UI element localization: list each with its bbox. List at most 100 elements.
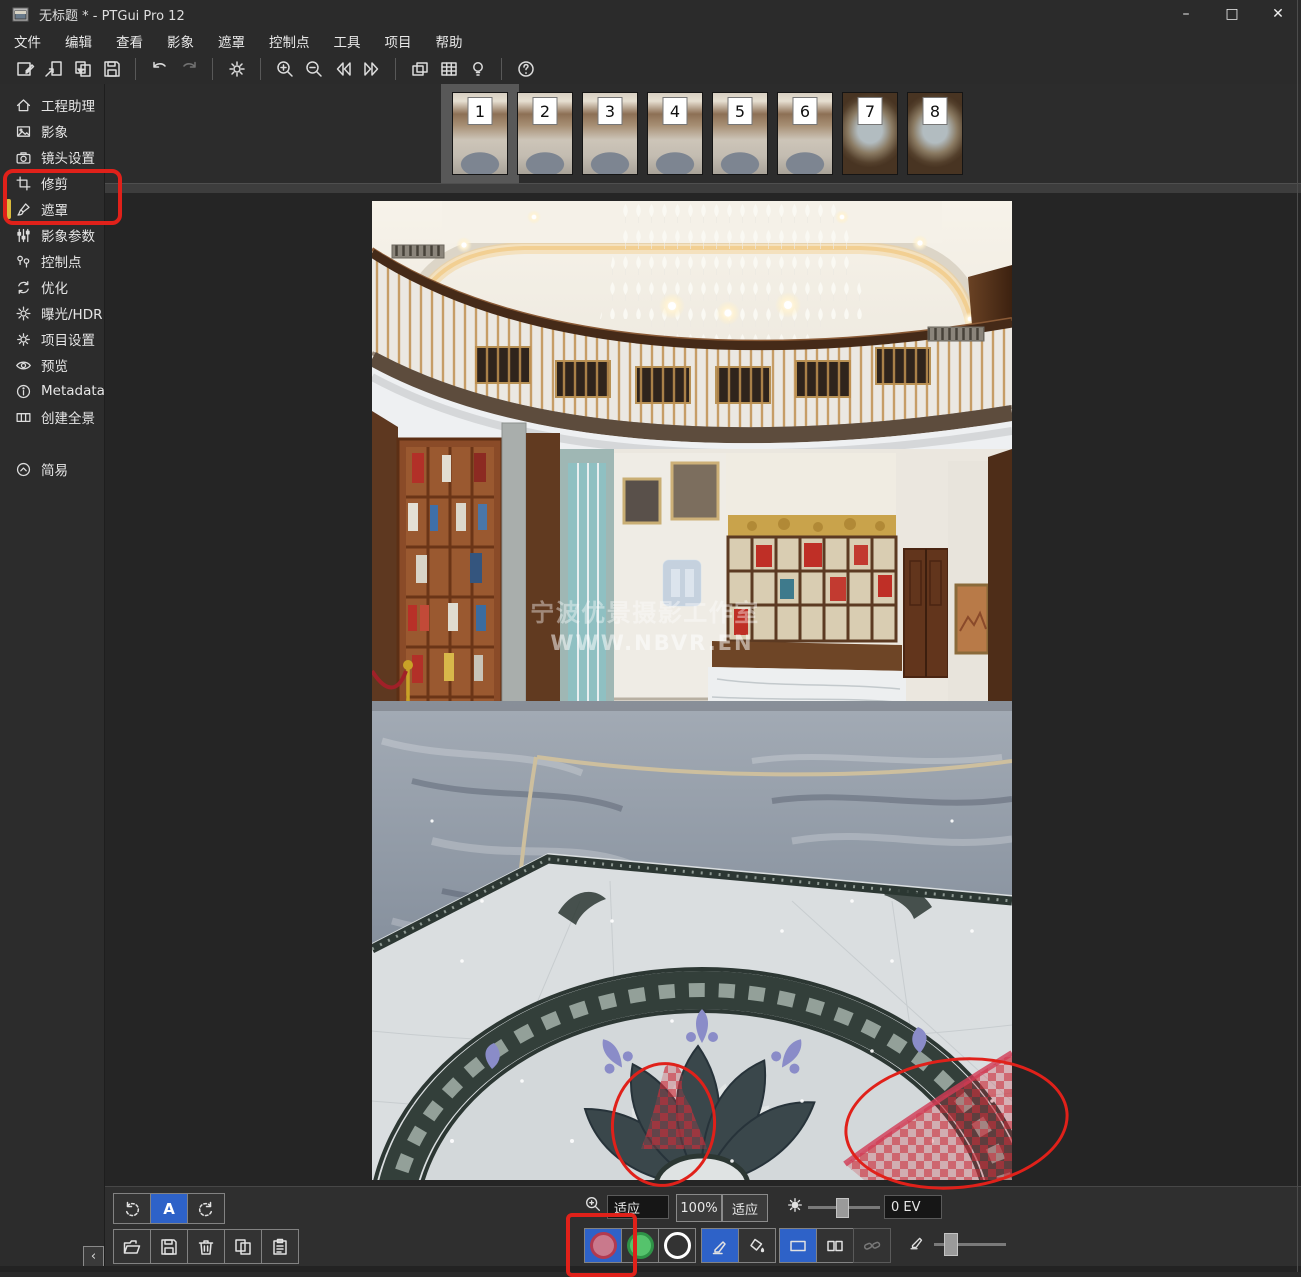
thumbnail-strip: 1 2 3 4 5 6 7 8 [105, 84, 1301, 183]
menu-help[interactable]: 帮助 [424, 28, 475, 53]
menu-project[interactable]: 项目 [373, 28, 424, 53]
load-mask-button[interactable] [113, 1229, 151, 1264]
lobby-photo[interactable]: 宁波优景摄影工作室 WWW.NBVR.EN [372, 201, 1012, 1180]
link-views-button [853, 1228, 891, 1263]
brush-size-slider-handle[interactable] [944, 1233, 958, 1256]
chain-link-icon [862, 1236, 882, 1256]
collapse-sidebar-button[interactable]: ‹ [83, 1246, 104, 1267]
rotate-cw-button[interactable] [187, 1193, 225, 1224]
menu-images[interactable]: 影象 [155, 28, 206, 53]
app-icon [12, 7, 29, 22]
thumbnail-7[interactable]: 7 [842, 92, 898, 175]
zoom-in-icon[interactable] [271, 56, 298, 82]
sidebar-item-image-parameters[interactable]: 影象参数 [0, 222, 104, 248]
rotate-ccw-button[interactable] [113, 1193, 151, 1224]
duplicate-project-icon[interactable] [69, 56, 96, 82]
single-view-button[interactable] [779, 1228, 817, 1263]
sidebar-item-lens-settings[interactable]: 镜头设置 [0, 144, 104, 170]
camera-icon [15, 149, 32, 166]
sidebar-item-preview[interactable]: 预览 [0, 352, 104, 378]
menu-edit[interactable]: 编辑 [53, 28, 104, 53]
sidebar-item-simple-mode[interactable]: 简易 [0, 456, 104, 482]
menu-control-points[interactable]: 控制点 [257, 28, 322, 53]
optimize-arrows-icon [15, 279, 32, 296]
mask-erase-button[interactable] [658, 1228, 696, 1263]
eye-icon [15, 357, 32, 374]
sun-icon [15, 305, 32, 322]
help-icon[interactable] [512, 56, 539, 82]
delete-mask-button[interactable] [187, 1229, 225, 1264]
watermark-url: WWW.NBVR.EN [550, 631, 753, 655]
save-project-icon[interactable] [98, 56, 125, 82]
thumbnail-2[interactable]: 2 [517, 92, 573, 175]
thumbnail-3[interactable]: 3 [582, 92, 638, 175]
menu-file[interactable]: 文件 [0, 28, 53, 53]
close-button[interactable]: ✕ [1255, 0, 1301, 28]
sidebar: 工程助理 影象 镜头设置 修剪 遮罩 影象参数 控制点 优化 曝光/HDR 项目… [0, 84, 105, 1272]
ev-input[interactable] [884, 1195, 942, 1219]
annotation-box-mask-tab [3, 169, 122, 225]
sidebar-item-control-points[interactable]: 控制点 [0, 248, 104, 274]
menu-tools[interactable]: 工具 [322, 28, 373, 53]
brightness-slider-handle[interactable] [836, 1198, 849, 1218]
window-title: 无标题 * - PTGui Pro 12 [39, 5, 185, 24]
sliders-icon [15, 227, 32, 244]
mask-fill-tool-button[interactable] [738, 1228, 776, 1263]
window-right-border [1297, 0, 1298, 1272]
edit-project-icon[interactable] [11, 56, 38, 82]
thumbnail-8[interactable]: 8 [907, 92, 963, 175]
sidebar-item-images[interactable]: 影象 [0, 118, 104, 144]
thumbnail-5[interactable]: 5 [712, 92, 768, 175]
redo-icon [175, 56, 202, 82]
sidebar-item-metadata[interactable]: Metadata [0, 378, 104, 404]
dual-view-button[interactable] [816, 1228, 854, 1263]
sidebar-item-project-assistant[interactable]: 工程助理 [0, 92, 104, 118]
paint-bucket-icon [747, 1236, 767, 1256]
menu-mask[interactable]: 遮罩 [206, 28, 257, 53]
erase-mask-color-icon [664, 1232, 691, 1259]
open-project-icon[interactable] [40, 56, 67, 82]
mask-pen-tool-button[interactable] [701, 1228, 739, 1263]
sidebar-item-create-panorama[interactable]: 创建全景 [0, 404, 104, 430]
detail-grid-icon[interactable] [435, 56, 462, 82]
thumbnail-number: 5 [728, 97, 753, 125]
brightness-sun-icon [786, 1196, 804, 1218]
sidebar-item-exposure-hdr[interactable]: 曝光/HDR [0, 300, 104, 326]
zoom-out-icon[interactable] [300, 56, 327, 82]
info-icon [15, 383, 32, 400]
dual-pane-icon [825, 1236, 845, 1256]
thumbnail-number: 4 [663, 97, 688, 125]
sidebar-item-project-settings[interactable]: 项目设置 [0, 326, 104, 352]
hint-bulb-icon[interactable] [464, 56, 491, 82]
brush-size-pencil-icon [908, 1233, 926, 1255]
menu-bar: 文件 编辑 查看 影象 遮罩 控制点 工具 项目 帮助 [0, 28, 1301, 53]
watermark-studio-name: 宁波优景摄影工作室 [530, 599, 760, 627]
panorama-editor-icon[interactable] [406, 56, 433, 82]
thumbnail-number: 2 [533, 97, 558, 125]
auto-mask-button[interactable]: A [150, 1193, 188, 1224]
undo-icon[interactable] [146, 56, 173, 82]
paste-mask-button[interactable] [261, 1229, 299, 1264]
mask-editor-canvas[interactable]: 宁波优景摄影工作室 WWW.NBVR.EN [105, 193, 1301, 1186]
sidebar-item-optimize[interactable]: 优化 [0, 274, 104, 300]
zoom-100-button[interactable]: 100% [676, 1194, 722, 1222]
previous-image-icon[interactable] [329, 56, 356, 82]
thumbnail-4[interactable]: 4 [647, 92, 703, 175]
thumbnail-number: 6 [793, 97, 818, 125]
main-toolbar [0, 53, 1301, 84]
thumbnail-6[interactable]: 6 [777, 92, 833, 175]
chevron-up-circle-icon [15, 461, 32, 478]
thumbnail-1[interactable]: 1 [452, 92, 508, 175]
maximize-button[interactable]: □ [1209, 0, 1255, 28]
thumbnail-number: 8 [923, 97, 948, 125]
window-bottom-strip [0, 1266, 1301, 1272]
save-mask-button[interactable] [150, 1229, 188, 1264]
copy-mask-button[interactable] [224, 1229, 262, 1264]
minimize-button[interactable]: – [1163, 0, 1209, 28]
thumbnail-number: 7 [858, 97, 883, 125]
next-image-icon[interactable] [358, 56, 385, 82]
zoom-fit-button[interactable]: 适应 [722, 1194, 768, 1222]
gear-icon [15, 331, 32, 348]
settings-gear-icon[interactable] [223, 56, 250, 82]
menu-view[interactable]: 查看 [104, 28, 155, 53]
